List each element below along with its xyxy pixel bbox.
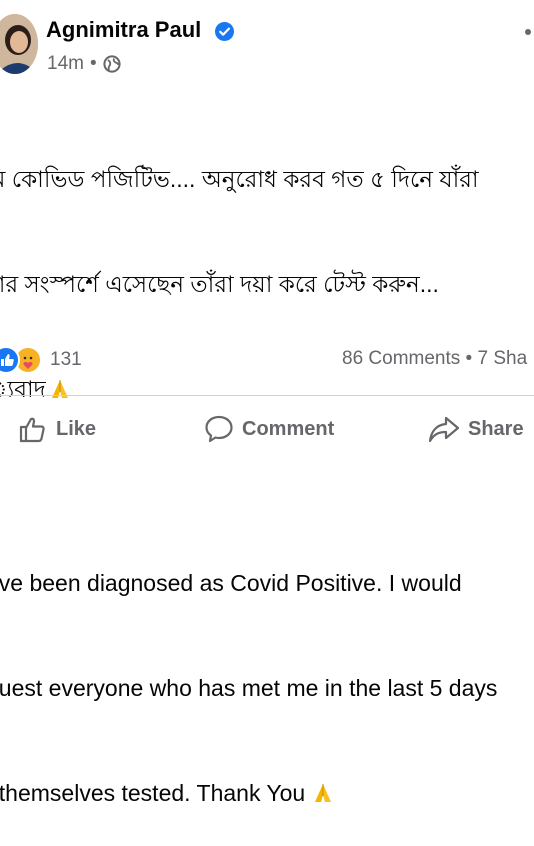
reaction-count: 131: [50, 349, 82, 370]
avatar[interactable]: [0, 14, 38, 74]
thumbs-up-icon: [19, 417, 45, 443]
share-arrow-icon: [428, 416, 460, 443]
comment-button[interactable]: Comment: [204, 414, 334, 444]
like-reaction-icon: [0, 346, 20, 374]
post-line: ্যবাদ: [0, 372, 534, 407]
folded-hands-emoji-icon: [51, 380, 68, 398]
comment-label: Comment: [242, 417, 335, 440]
post-body: মি কোভিড পজিটিভ.... অনুরোধ করব গত ৫ দিনে…: [0, 92, 534, 846]
post-line: ave been diagnosed as Covid Positive. I …: [0, 570, 462, 596]
verified-badge-icon: [215, 22, 234, 41]
folded-hands-emoji-icon: [315, 784, 332, 802]
like-label: Like: [56, 417, 97, 440]
speech-bubble-icon: [205, 415, 233, 443]
reaction-summary[interactable]: 131: [0, 346, 82, 374]
post-line: মি কোভিড পজিটিভ.... অনুরোধ করব গত ৫ দিনে…: [0, 166, 479, 192]
globe-icon: [103, 55, 121, 73]
post-line-text: ্যবাদ: [0, 376, 46, 402]
divider: [0, 395, 534, 396]
author-name[interactable]: Agnimitra Paul: [46, 17, 201, 43]
post-line: t themselves tested. Thank You: [0, 776, 534, 811]
post-time[interactable]: 14m: [47, 53, 84, 75]
more-options-icon[interactable]: [525, 29, 531, 35]
post-line: quest everyone who has met me in the las…: [0, 675, 498, 701]
like-button[interactable]: Like: [18, 414, 96, 444]
post-meta: 14m •: [47, 53, 121, 75]
post-line-text: t themselves tested. Thank You: [0, 780, 306, 806]
comments-shares-count[interactable]: 86 Comments • 7 Sha: [342, 348, 527, 370]
share-button[interactable]: Share: [428, 414, 524, 444]
post-line: মার সংস্পর্শে এসেছেন তাঁরা দয়া করে টেস্…: [0, 271, 439, 297]
separator-dot: •: [89, 53, 97, 74]
share-label: Share: [468, 417, 524, 440]
